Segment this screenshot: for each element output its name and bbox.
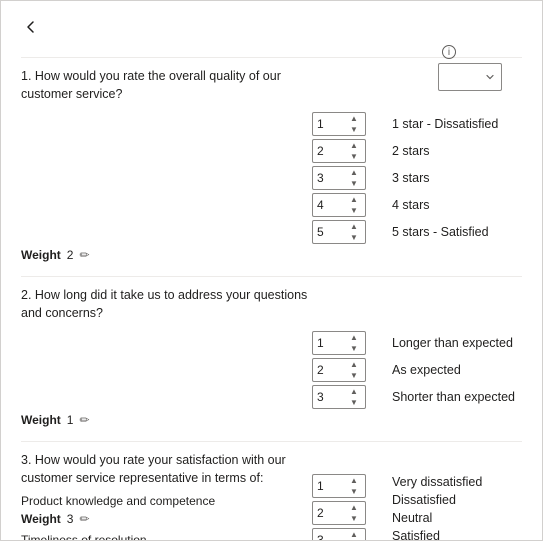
question-block-2: 2. How long did it take us to address yo… <box>21 287 522 427</box>
response-text: 3 stars <box>392 171 522 185</box>
q2-response-rows: 1 ▲ ▼ Longer than expected 2 ▲ ▼ As expe… <box>21 331 522 409</box>
spin-up[interactable]: ▲ <box>347 113 361 124</box>
table-row: 3 ▲ ▼ 3 stars <box>21 166 522 190</box>
points-input[interactable]: 1 ▲ ▼ <box>312 331 366 355</box>
table-row: 2 ▲ ▼ 2 stars <box>21 139 522 163</box>
response-text: 2 stars <box>392 144 522 158</box>
table-row: 2 ▲ ▼ As expected <box>21 358 522 382</box>
q3-sub1-weight-label: Weight <box>21 512 61 526</box>
question-block-3: 3. How would you rate your satisfaction … <box>21 452 522 541</box>
response-text: Shorter than expected <box>392 390 522 404</box>
spin-up[interactable]: ▲ <box>347 140 361 151</box>
points-input[interactable]: 1 ▲ ▼ <box>312 112 366 136</box>
spin-down[interactable]: ▼ <box>347 397 361 408</box>
response-text: Neutral <box>392 511 432 525</box>
points-input[interactable]: 2 ▲ ▼ <box>312 139 366 163</box>
spin-up[interactable]: ▲ <box>347 332 361 343</box>
spin-up[interactable]: ▲ <box>347 386 361 397</box>
spin-up[interactable]: ▲ <box>347 194 361 205</box>
points-input[interactable]: 2 ▲ ▼ <box>312 501 366 525</box>
base-score-info-icon[interactable]: i <box>442 45 456 59</box>
response-text: 4 stars <box>392 198 522 212</box>
q2-weight-value: 1 <box>67 413 74 427</box>
spin-down[interactable]: ▼ <box>347 124 361 135</box>
divider-1 <box>21 276 522 277</box>
points-input[interactable]: 5 ▲ ▼ <box>312 220 366 244</box>
spin-up[interactable]: ▲ <box>347 529 361 540</box>
q2-edit-icon[interactable]: ✏ <box>79 413 89 427</box>
response-text: Satisfied <box>392 529 440 541</box>
table-row: 5 ▲ ▼ 5 stars - Satisfied <box>21 220 522 244</box>
spin-down[interactable]: ▼ <box>347 486 361 497</box>
spin-up[interactable]: ▲ <box>347 475 361 486</box>
q3-sub2-label: Timeliness of resolution <box>21 533 147 541</box>
q1-weight-label: Weight <box>21 248 61 262</box>
dialog-header <box>21 17 522 37</box>
points-input[interactable]: 4 ▲ ▼ <box>312 193 366 217</box>
response-text: Longer than expected <box>392 336 522 350</box>
question-row-3: 3. How would you rate your satisfaction … <box>21 452 522 541</box>
response-text: Dissatisfied <box>392 493 456 507</box>
spin-up[interactable]: ▲ <box>347 359 361 370</box>
edit-score-dialog: i 1. How would you rate the overall qual… <box>0 0 543 541</box>
response-text: Very dissatisfied <box>392 475 482 489</box>
points-input[interactable]: 3 ▲ ▼ <box>312 528 366 541</box>
spin-down[interactable]: ▼ <box>347 370 361 381</box>
points-input[interactable]: 1 ▲ ▼ <box>312 474 366 498</box>
spin-up[interactable]: ▲ <box>347 221 361 232</box>
response-text: As expected <box>392 363 522 377</box>
spin-up[interactable]: ▲ <box>347 502 361 513</box>
q2-weight-label: Weight <box>21 413 61 427</box>
spin-down[interactable]: ▼ <box>347 232 361 243</box>
q2-weight-row: Weight 1 ✏ <box>21 413 522 427</box>
spin-up[interactable]: ▲ <box>347 167 361 178</box>
points-input[interactable]: 2 ▲ ▼ <box>312 358 366 382</box>
q3-points-col: 1 ▲ ▼ 2 ▲ ▼ 3 ▲ ▼ 4 ▲ ▼ 5 ▲ ▼ <box>312 452 392 541</box>
spin-down[interactable]: ▼ <box>347 178 361 189</box>
q3-sub1-weight-value: 3 <box>67 512 74 526</box>
table-row: 1 ▲ ▼ Longer than expected <box>21 331 522 355</box>
base-score-section: i <box>438 45 502 91</box>
q1-weight-row: Weight 2 ✏ <box>21 248 522 262</box>
chevron-down-icon <box>485 72 495 82</box>
q1-weight-value: 2 <box>67 248 74 262</box>
response-text: 5 stars - Satisfied <box>392 225 522 239</box>
question-block-1: 1. How would you rate the overall qualit… <box>21 68 522 262</box>
divider-2 <box>21 441 522 442</box>
base-score-select[interactable] <box>438 63 502 91</box>
q3-sub1-label: Product knowledge and competence <box>21 494 215 508</box>
response-text: 1 star - Dissatisfied <box>392 117 522 131</box>
points-input[interactable]: 3 ▲ ▼ <box>312 385 366 409</box>
table-row: 4 ▲ ▼ 4 stars <box>21 193 522 217</box>
spin-down[interactable]: ▼ <box>347 151 361 162</box>
q3-responses-col: Very dissatisfied Dissatisfied Neutral Sati… <box>392 452 522 541</box>
q1-response-rows: 1 ▲ ▼ 1 star - Dissatisfied 2 ▲ ▼ 2 star… <box>21 112 522 244</box>
q1-edit-icon[interactable]: ✏ <box>79 248 89 262</box>
question-1-text: 1. How would you rate the overall qualit… <box>21 68 312 103</box>
question-3-text: 3. How would you rate your satisfaction … <box>21 452 312 487</box>
base-score-label: i <box>438 45 456 59</box>
table-row: 3 ▲ ▼ Shorter than expected <box>21 385 522 409</box>
spin-down[interactable]: ▼ <box>347 205 361 216</box>
back-button[interactable] <box>21 17 41 37</box>
question-2-text: 2. How long did it take us to address yo… <box>21 287 312 322</box>
question-row-2: 2. How long did it take us to address yo… <box>21 287 522 328</box>
points-input[interactable]: 3 ▲ ▼ <box>312 166 366 190</box>
q3-sub1-weight-row: Weight 3 ✏ <box>21 512 312 526</box>
spin-down[interactable]: ▼ <box>347 343 361 354</box>
q3-sub1-edit-icon[interactable]: ✏ <box>79 512 89 526</box>
table-row: 1 ▲ ▼ 1 star - Dissatisfied <box>21 112 522 136</box>
spin-down[interactable]: ▼ <box>347 513 361 524</box>
